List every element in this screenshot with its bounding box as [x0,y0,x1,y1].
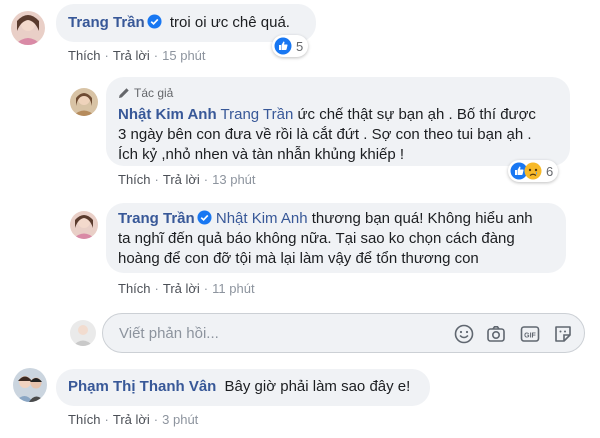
like-link[interactable]: Thích [68,412,101,427]
avatar[interactable] [11,11,45,45]
avatar[interactable] [70,88,98,116]
pencil-icon [119,88,129,98]
reply-placeholder: Viết phản hồi... [119,325,219,342]
sticker-icon[interactable] [552,323,574,345]
comment-actions: Thích · Trả lời · 11 phút [118,281,255,296]
comment-author[interactable]: Trang Trần [118,210,195,227]
reply-input[interactable]: Viết phản hồi... GIF [102,313,585,353]
comment-text: ức chế thật sự bạn ạh . Bố thí được [293,106,536,123]
reply-link[interactable]: Trả lời [113,412,150,427]
reaction-summary[interactable]: 5 [272,35,309,57]
comment-text: 3 ngày bên con đưa về rồi là cắt đứt . S… [118,126,532,143]
mention-tag[interactable]: Trang Trần [221,106,294,123]
comment-actions: Thích · Trả lời · 3 phút [68,412,199,427]
comment-text: thương bạn quá! Không hiểu anh [307,210,533,227]
verified-icon [147,14,162,29]
comment-actions: Thích · Trả lời · 15 phút [68,48,206,63]
comment-time[interactable]: 15 phút [162,48,205,63]
comment-text: troi oi ưc chê quá. [169,14,290,31]
svg-text:GIF: GIF [524,333,536,340]
comment-text: hoàng để con đỡ tội mà lại làm vậy để tổ… [118,250,479,267]
emoji-icon[interactable] [453,323,475,345]
verified-icon [197,210,212,225]
reply-link[interactable]: Trả lời [163,281,200,296]
comment-time[interactable]: 13 phút [212,172,255,187]
comment-time[interactable]: 11 phút [212,281,254,296]
comment-author[interactable]: Phạm Thị Thanh Vân [68,378,216,395]
reply-link[interactable]: Trả lời [113,48,150,63]
reply-link[interactable]: Trả lời [163,172,200,187]
comment-text: Bây giờ phải làm sao đây e! [224,378,411,395]
comment-author[interactable]: Trang Trần [68,14,145,31]
gif-icon[interactable]: GIF [519,323,541,345]
reaction-count: 6 [546,163,554,179]
reaction-summary[interactable]: 6 [508,160,559,182]
comment-author[interactable]: Nhật Kim Anh [118,106,217,123]
avatar[interactable] [70,211,98,239]
comment-text: Ích kỷ ,nhỏ nhen và tàn nhẫn khủng khiếp… [118,146,405,163]
sad-icon [524,162,542,180]
mention-tag[interactable]: Nhật Kim Anh [216,210,308,227]
author-badge: Tác giả [118,83,558,103]
comment-time[interactable]: 3 phút [162,412,198,427]
comment-text: ta nghĩ đến quả báo không nữa. Tại sao k… [118,230,515,247]
like-icon [274,37,292,55]
like-link[interactable]: Thích [68,48,101,63]
comment-bubble: Trang Trần Nhật Kim Anh thương bạn quá! … [106,203,566,273]
like-link[interactable]: Thích [118,281,151,296]
camera-icon[interactable] [485,323,507,345]
comment-actions: Thích · Trả lời · 13 phút [118,172,256,187]
comment-bubble: Tác giả Nhật Kim Anh Trang Trần ức chế t… [106,77,570,166]
avatar[interactable] [13,368,47,402]
comment-bubble: Phạm Thị Thanh Vân Bây giờ phải làm sao … [56,369,430,406]
reaction-count: 5 [296,38,304,54]
like-link[interactable]: Thích [118,172,151,187]
current-user-avatar[interactable] [70,320,96,346]
